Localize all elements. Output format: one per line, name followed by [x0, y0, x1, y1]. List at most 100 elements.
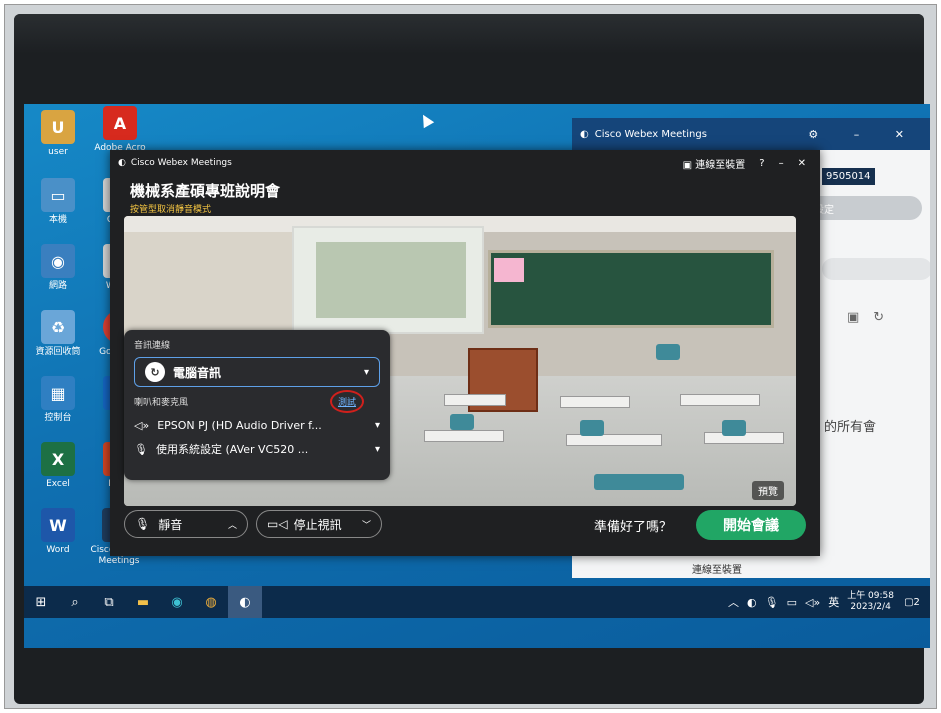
- window-controls[interactable]: ⚙ – ✕: [808, 128, 920, 141]
- preview-chair: [656, 344, 680, 360]
- microphone-device-dropdown[interactable]: 🎙 使用系統設定 (AVer VC520 ... ▾: [134, 437, 380, 461]
- search-pill[interactable]: [822, 258, 930, 280]
- background-connect-device[interactable]: 連線至裝置: [692, 561, 742, 576]
- desktop-icon-this-pc[interactable]: ▭ 本機: [28, 178, 88, 226]
- connect-device-button[interactable]: ▣ 連線至裝置: [683, 156, 746, 171]
- background-window-titlebar: ◐ Cisco Webex Meetings ⚙ – ✕: [572, 118, 930, 150]
- ready-prompt: 準備好了嗎？: [594, 520, 673, 535]
- desktop-icon-adobe[interactable]: A Adobe Acro: [90, 106, 150, 154]
- desktop-icon-recycle-bin[interactable]: ♻ 資源回收筒: [28, 310, 88, 358]
- input-language[interactable]: 英: [828, 594, 839, 610]
- chevron-down-icon: ▾: [363, 366, 369, 378]
- preview-chair: [580, 420, 604, 436]
- audio-option-label: 電腦音訊: [173, 365, 222, 380]
- meeting-number: 9505014: [822, 168, 875, 185]
- microphone-icon[interactable]: 🎙: [765, 596, 779, 609]
- preview-chair: [722, 420, 746, 436]
- camera-icon: ▭◁: [267, 517, 288, 531]
- stop-video-button[interactable]: ▭◁ 停止視訊 ﹀: [256, 510, 382, 538]
- dialog-app-title: Cisco Webex Meetings: [130, 158, 232, 168]
- chevron-down-icon: ▾: [374, 443, 380, 455]
- mute-button[interactable]: 🎙 靜音 ︿: [124, 510, 248, 538]
- task-view-icon[interactable]: ⧉: [92, 586, 126, 618]
- desktop-icon-control-panel[interactable]: ▦ 控制台: [28, 376, 88, 424]
- preview-desk: [560, 396, 630, 408]
- minimize-icon[interactable]: –: [779, 158, 784, 169]
- help-icon[interactable]: ?: [759, 158, 764, 169]
- audio-connection-panel: 音訊連線 ↻ 電腦音訊 ▾ 喇叭和麥克風 測試 ◁» EPSON PJ (HD …: [124, 330, 390, 480]
- start-menu-icon[interactable]: ⊞: [24, 586, 58, 618]
- network-icon: ◉: [41, 244, 75, 278]
- clock-time: 上午 09:58: [847, 591, 894, 601]
- chevron-down-icon[interactable]: ﹀: [362, 518, 371, 531]
- webex-taskbar-icon[interactable]: ◐: [228, 586, 262, 618]
- mute-label: 靜音: [158, 517, 183, 532]
- webex-logo-icon: ◐: [118, 158, 126, 168]
- audio-option-dropdown[interactable]: ↻ 電腦音訊 ▾: [134, 357, 380, 387]
- computer-audio-icon: ↻: [145, 362, 165, 382]
- background-window-title: Cisco Webex Meetings: [594, 128, 707, 140]
- preview-blackboard: [488, 250, 774, 328]
- notification-count: 2: [913, 596, 920, 608]
- speaker-device-label: EPSON PJ (HD Audio Driver f...: [157, 418, 322, 432]
- preview-desk: [566, 434, 662, 446]
- desktop-screen: U user A Adobe Acro ▭ 本機 ◻ Office ◉ 網路 ◻…: [24, 104, 930, 648]
- webex-preview-dialog: ◐ Cisco Webex Meetings ▣ 連線至裝置 ? – ✕ 機械系…: [110, 150, 820, 556]
- preview-note: [494, 258, 524, 282]
- microphone-device-label: 使用系統設定 (AVer VC520 ...: [155, 443, 309, 456]
- microphone-icon: 🎙: [134, 442, 148, 456]
- meeting-subtitle: 按管型取消靜音模式: [130, 205, 212, 215]
- dialog-titlebar: ◐ Cisco Webex Meetings ▣ 連線至裝置 ? – ✕: [110, 150, 820, 176]
- computer-icon: ▭: [41, 178, 75, 212]
- chevron-down-icon: ▾: [374, 419, 380, 431]
- adobe-acrobat-icon: A: [103, 106, 137, 140]
- laptop-bezel-top: [14, 14, 924, 54]
- speaker-mic-label: 喇叭和麥克風: [134, 398, 189, 408]
- preview-projector-screen: [292, 226, 484, 334]
- desktop-icon-excel[interactable]: X Excel: [28, 442, 88, 490]
- network-icon[interactable]: ▭: [787, 596, 797, 609]
- word-icon: W: [41, 508, 75, 542]
- file-explorer-icon[interactable]: ▬: [126, 586, 160, 618]
- desktop-icon-user[interactable]: U user: [28, 110, 88, 158]
- preview-desk: [444, 394, 506, 406]
- search-icon[interactable]: ⌕: [58, 586, 92, 618]
- clock-date: 2023/2/4: [850, 602, 891, 612]
- user-folder-icon: U: [41, 110, 75, 144]
- excel-icon: X: [41, 442, 75, 476]
- mouse-cursor-icon: [417, 111, 435, 129]
- webex-logo-icon: ◐: [580, 128, 589, 140]
- speaker-icon: ◁»: [134, 418, 150, 432]
- edge-icon[interactable]: ◉: [160, 586, 194, 618]
- system-tray: ︿ ◐ 🎙 ▭ ◁» 英 上午 09:58 2023/2/4 ▢ 2: [728, 591, 922, 613]
- preview-label: 預覽: [752, 481, 784, 500]
- microphone-icon: 🎙: [135, 517, 151, 531]
- chevron-up-icon[interactable]: ︿: [228, 518, 237, 531]
- preview-desk: [424, 430, 504, 442]
- audio-connection-header: 音訊連線: [134, 341, 171, 351]
- all-meetings-partial: 的所有會: [824, 420, 877, 435]
- notification-center-icon[interactable]: ▢ 2: [902, 592, 922, 612]
- start-meeting-button[interactable]: 開始會議: [696, 510, 806, 540]
- taskbar: ⊞ ⌕ ⧉ ▬ ◉ ◍ ◐ ︿ ◐ 🎙 ▭ ◁» 英 上午 09:58 2023…: [24, 586, 930, 618]
- control-panel-icon: ▦: [41, 376, 75, 410]
- speaker-device-dropdown[interactable]: ◁» EPSON PJ (HD Audio Driver f... ▾: [134, 413, 380, 437]
- speaker-mic-row: 喇叭和麥克風 測試: [134, 390, 380, 413]
- preview-chair: [450, 414, 474, 430]
- volume-icon[interactable]: ◁»: [805, 596, 820, 609]
- clock[interactable]: 上午 09:58 2023/2/4: [847, 591, 894, 613]
- recycle-bin-icon: ♻: [41, 310, 75, 344]
- settings-pill[interactable]: 設定: [802, 196, 922, 220]
- preview-desk: [680, 394, 760, 406]
- test-audio-link[interactable]: 測試: [329, 390, 364, 413]
- webex-tray-icon[interactable]: ◐: [747, 596, 757, 609]
- stop-video-label: 停止視訊: [293, 517, 342, 532]
- desktop-icon-network[interactable]: ◉ 網路: [28, 244, 88, 292]
- calendar-refresh-icons[interactable]: ▣↻: [847, 310, 898, 325]
- meeting-title: 機械系產碩專班說明會: [130, 182, 281, 200]
- chrome-icon[interactable]: ◍: [194, 586, 228, 618]
- preview-chair: [594, 474, 684, 490]
- desktop-icon-word[interactable]: W Word: [28, 508, 88, 556]
- close-icon[interactable]: ✕: [798, 158, 806, 169]
- chevron-up-icon[interactable]: ︿: [728, 594, 739, 610]
